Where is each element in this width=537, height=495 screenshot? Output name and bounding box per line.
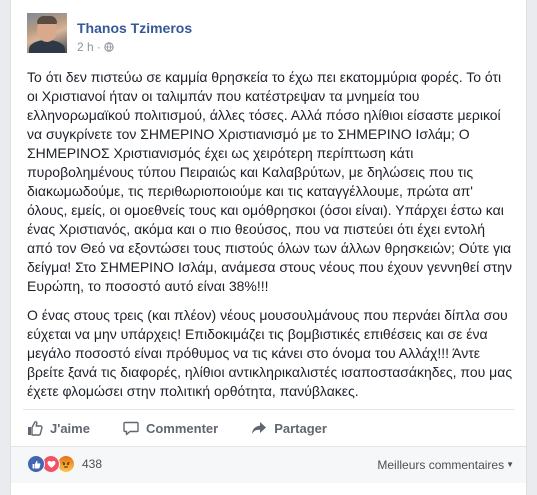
reactions-bar: 438 Meilleurs commentaires ▼ [11, 446, 526, 483]
public-globe-icon[interactable] [103, 42, 114, 52]
post-header: Thanos Tzimeros 2 h · [27, 13, 507, 57]
post-timestamp[interactable]: 2 h [77, 40, 94, 54]
post-card: Thanos Tzimeros 2 h · Το ότι δεν πιστεύω… [10, 0, 527, 495]
author-avatar[interactable] [27, 13, 67, 53]
reaction-summary[interactable]: 438 [27, 455, 102, 473]
meta-separator: · [96, 40, 101, 54]
caret-down-icon: ▼ [506, 460, 514, 469]
like-label: J'aime [50, 420, 90, 436]
like-button[interactable]: J'aime [27, 420, 90, 436]
actions-divider [23, 409, 514, 410]
thumbs-up-glyph-icon [32, 460, 40, 468]
like-reaction-icon [27, 455, 45, 473]
post-paragraph: Ο ένας στους τρεις (και πλέον) νέους μου… [27, 307, 513, 399]
comment-sort-dropdown[interactable]: Meilleurs commentaires ▼ [377, 458, 514, 472]
post-actions: J'aime Commenter Partager [27, 418, 360, 438]
reaction-count: 438 [82, 457, 103, 471]
angry-face-glyph-icon [62, 462, 70, 468]
post-body: Το ότι δεν πιστεύω σε καμμία θρησκεία το… [27, 68, 514, 411]
thumbs-up-icon [28, 421, 43, 436]
comment-sort-label: Meilleurs commentaires [377, 458, 505, 472]
comment-button[interactable]: Commenter [123, 420, 218, 436]
post-meta: 2 h · [77, 40, 114, 54]
share-label: Partager [274, 420, 327, 436]
share-button[interactable]: Partager [251, 420, 327, 436]
comment-label: Commenter [145, 420, 219, 436]
author-name[interactable]: Thanos Tzimeros [77, 20, 192, 36]
post-paragraph: Το ότι δεν πιστεύω σε καμμία θρησκεία το… [27, 69, 513, 294]
share-arrow-icon [252, 422, 267, 434]
heart-glyph-icon [47, 460, 55, 468]
comment-bubble-icon [123, 421, 139, 436]
avatar-hair [37, 16, 57, 24]
